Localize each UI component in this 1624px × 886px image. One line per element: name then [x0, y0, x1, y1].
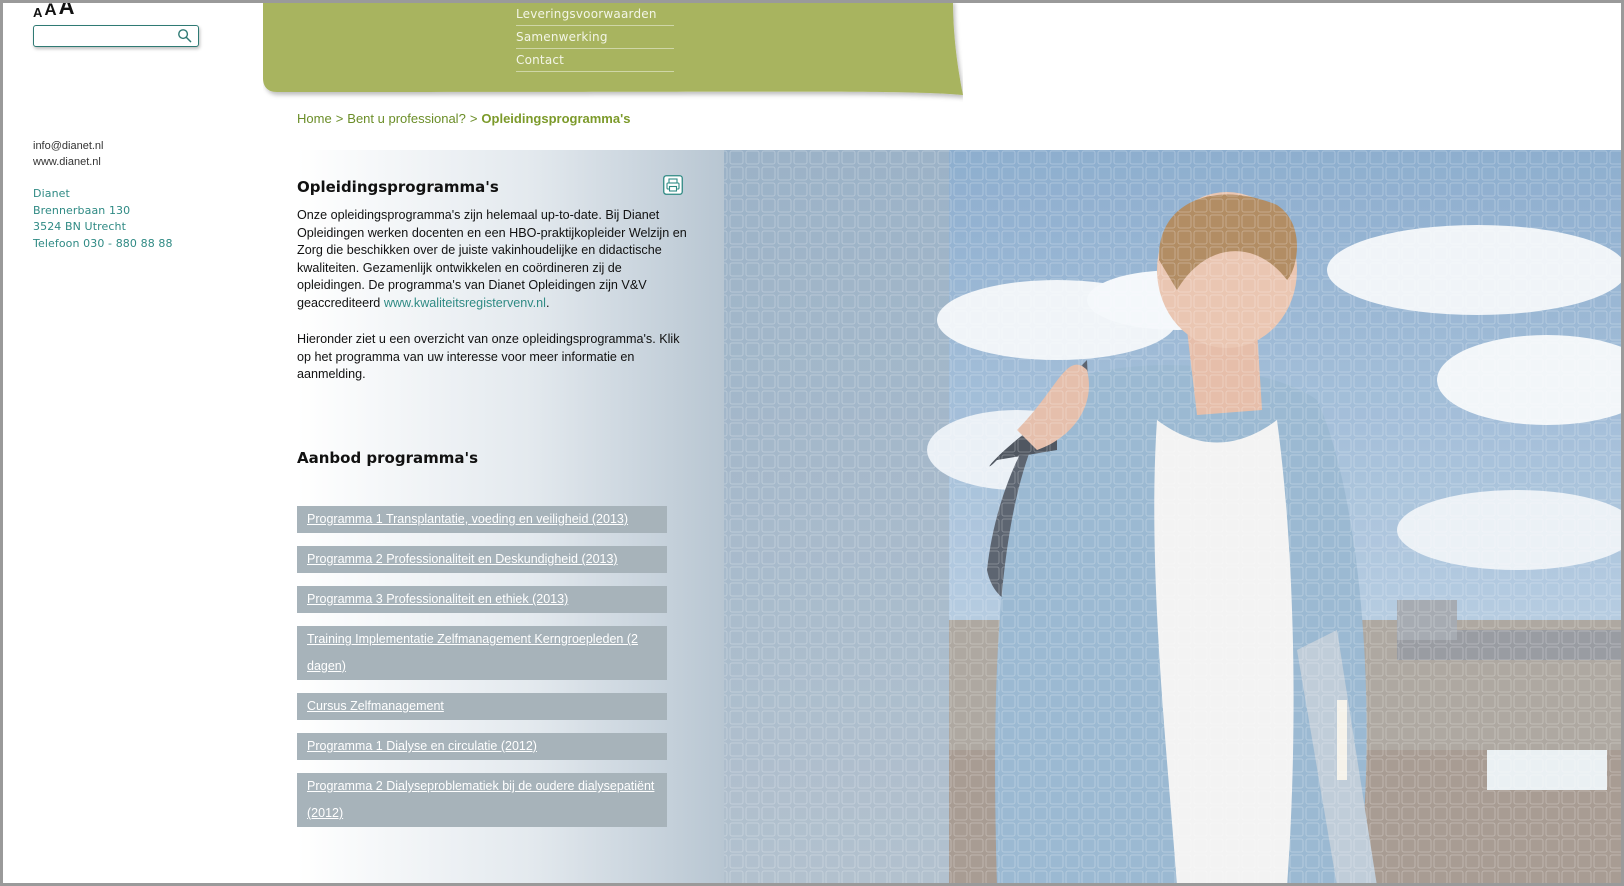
font-size-small-button[interactable]: A	[33, 5, 42, 20]
company-name: Dianet	[33, 187, 70, 200]
program-list: Programma 1 Transplantatie, voeding en v…	[297, 506, 667, 840]
breadcrumb-separator: >	[469, 111, 478, 126]
program-link[interactable]: Programma 1 Dialyse en circulatie (2012)	[297, 733, 667, 760]
program-link[interactable]: Programma 3 Professionaliteit en ethiek …	[297, 586, 667, 613]
menu-item-samenwerking[interactable]: Samenwerking	[516, 26, 674, 49]
search-icon[interactable]	[177, 28, 192, 43]
menu-item-contact[interactable]: Contact	[516, 49, 674, 72]
intro-text: Onze opleidingsprogramma's zijn helemaal…	[297, 208, 687, 310]
font-size-controls: A A A	[33, 0, 75, 20]
kwaliteitsregister-link[interactable]: www.kwaliteitsregistervenv.nl	[384, 296, 546, 310]
program-link[interactable]: Training Implementatie Zelfmanagement Ke…	[297, 626, 667, 680]
font-size-large-button[interactable]: A	[59, 0, 75, 20]
breadcrumb-home[interactable]: Home	[297, 111, 332, 126]
intro-end: .	[545, 295, 550, 310]
page-title: Opleidingsprogramma's	[297, 178, 499, 196]
program-link[interactable]: Programma 1 Transplantatie, voeding en v…	[297, 506, 667, 533]
main-menu: Leveringsvoorwaarden Samenwerking Contac…	[516, 3, 674, 72]
intro-paragraph: Onze opleidingsprogramma's zijn helemaal…	[297, 207, 687, 312]
address-block: Dianet Brennerbaan 130 3524 BN Utrecht T…	[33, 186, 173, 252]
email-link[interactable]: info@dianet.nl	[33, 138, 104, 154]
program-link[interactable]: Cursus Zelfmanagement	[297, 693, 667, 720]
search-box	[33, 25, 199, 47]
breadcrumb: Home > Bent u professional? > Opleidingsprog…	[297, 111, 630, 126]
print-icon[interactable]	[663, 175, 683, 195]
font-size-medium-button[interactable]: A	[44, 0, 56, 20]
website-link[interactable]: www.dianet.nl	[33, 154, 104, 170]
program-link[interactable]: Programma 2 Professionaliteit en Deskund…	[297, 546, 667, 573]
city: 3524 BN Utrecht	[33, 220, 127, 233]
phone: Telefoon 030 - 880 88 88	[33, 236, 173, 250]
search-input[interactable]	[38, 26, 172, 46]
program-link[interactable]: Programma 2 Dialyseproblematiek bij de o…	[297, 773, 667, 827]
breadcrumb-separator: >	[335, 111, 344, 126]
section-title: Aanbod programma's	[297, 449, 479, 467]
contact-info: info@dianet.nl www.dianet.nl	[33, 138, 104, 170]
menu-item-leveringsvoorwaarden[interactable]: Leveringsvoorwaarden	[516, 3, 674, 26]
street: Brennerbaan 130	[33, 203, 131, 217]
breadcrumb-professional[interactable]: Bent u professional?	[347, 111, 466, 126]
breadcrumb-current: Opleidingsprogramma's	[481, 111, 631, 126]
overview-paragraph: Hieronder ziet u een overzicht van onze …	[297, 332, 680, 381]
